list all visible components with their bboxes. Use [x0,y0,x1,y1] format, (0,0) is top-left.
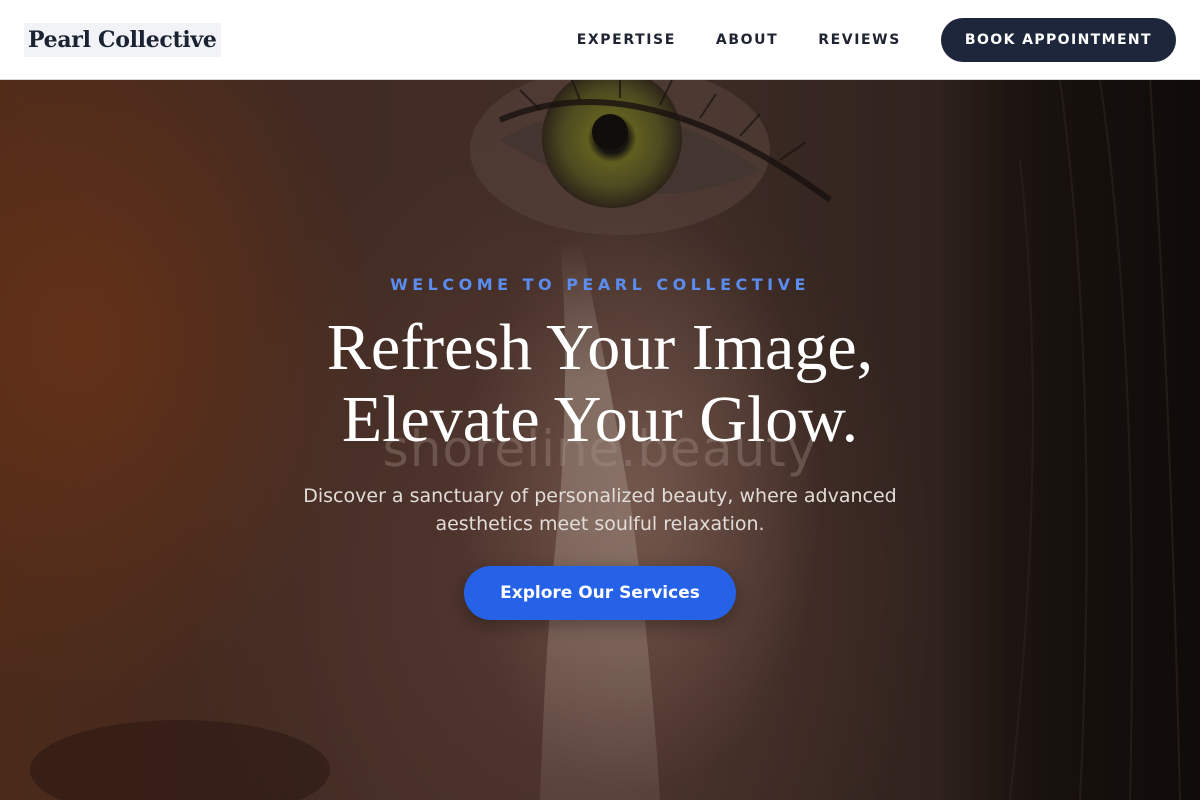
hero-subtitle-line2: aesthetics meet soulful relaxation. [435,513,765,535]
nav-link-expertise[interactable]: EXPERTISE [577,32,676,48]
main-nav: EXPERTISE ABOUT REVIEWS BOOK APPOINTMENT [577,17,1176,62]
nav-link-reviews[interactable]: REVIEWS [818,32,901,48]
nav-link-about[interactable]: ABOUT [716,32,778,48]
hero-subtitle: Discover a sanctuary of personalized bea… [285,482,915,538]
explore-services-button[interactable]: Explore Our Services [464,566,736,620]
hero-headline-line1: Refresh Your Image, [326,311,874,384]
hero-headline-line2: Elevate Your Glow. [341,383,859,456]
hero-content: shoreline.beauty WELCOME TO PEARL COLLEC… [0,80,1200,800]
hero-subtitle-line1: Discover a sanctuary of personalized bea… [303,485,897,507]
hero-headline: Refresh Your Image, Elevate Your Glow. [0,312,1200,456]
site-header: Pearl Collective EXPERTISE ABOUT REVIEWS… [0,0,1200,80]
brand-logo[interactable]: Pearl Collective [24,22,221,57]
hero-eyebrow: WELCOME TO PEARL COLLECTIVE [390,275,810,294]
hero-section: shoreline.beauty WELCOME TO PEARL COLLEC… [0,80,1200,800]
book-appointment-button[interactable]: BOOK APPOINTMENT [940,17,1176,62]
